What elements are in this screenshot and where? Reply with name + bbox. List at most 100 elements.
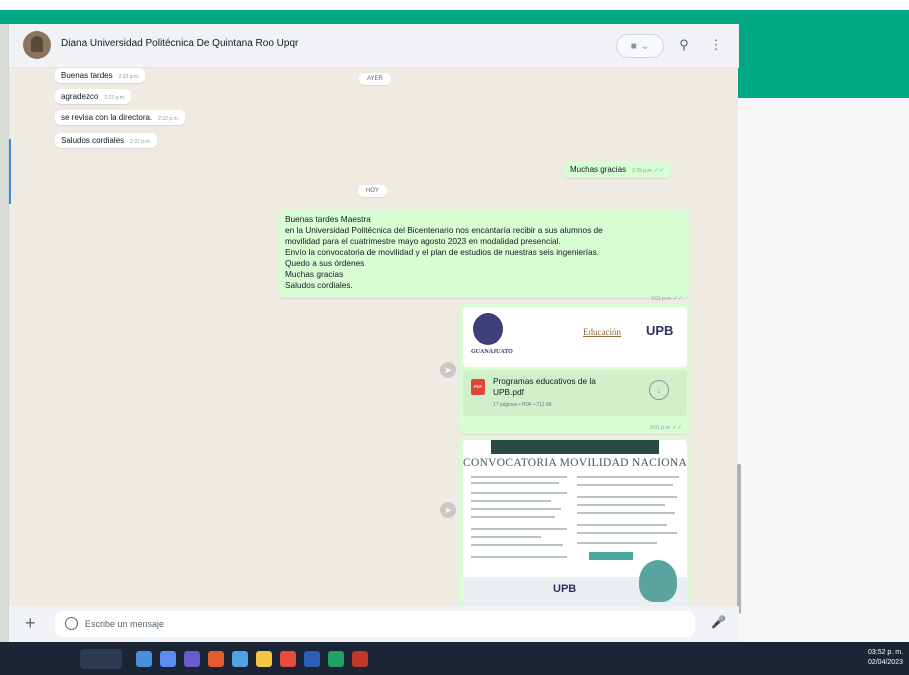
preview-logo-text: GUANAJUATO bbox=[471, 349, 513, 355]
poster-text-line bbox=[577, 504, 665, 506]
message-text: Saludos cordiales bbox=[61, 136, 125, 145]
taskbar-app-icon[interactable] bbox=[304, 651, 320, 667]
poster-text-line bbox=[471, 556, 567, 558]
avatar[interactable] bbox=[23, 31, 51, 59]
taskbar-app-icon[interactable] bbox=[328, 651, 344, 667]
poster-text-line bbox=[577, 496, 677, 498]
taskbar-app-icon[interactable] bbox=[184, 651, 200, 667]
taskbar-app-icon[interactable] bbox=[352, 651, 368, 667]
list-item[interactable]: se revisa con la directora. 2:22 p.m. bbox=[55, 110, 186, 125]
message-time: 2:22 p.m. bbox=[118, 74, 140, 80]
message-line: Saludos cordiales. bbox=[285, 280, 353, 290]
poster-text-line bbox=[471, 476, 567, 478]
taskbar-app-icon[interactable] bbox=[256, 651, 272, 667]
double-check-icon: ✓✓ bbox=[653, 168, 664, 174]
poster-text-line bbox=[577, 512, 675, 514]
taskbar-date: 02/04/2023 bbox=[867, 659, 903, 666]
list-item[interactable]: agradezco 2:22 p.m. bbox=[55, 89, 132, 104]
document-message[interactable]: GUANAJUATO Educación UPB PDF Programas e… bbox=[460, 304, 690, 434]
poster-text-line bbox=[577, 532, 677, 534]
taskbar-app-icon[interactable] bbox=[160, 651, 176, 667]
message-line: Buenas tardes Maestra bbox=[285, 214, 371, 224]
search-icon[interactable]: ⚲ bbox=[675, 36, 693, 54]
forward-icon[interactable]: ➤ bbox=[440, 362, 456, 378]
poster-text-line bbox=[471, 482, 559, 484]
right-side-panel bbox=[738, 24, 909, 642]
contact-name[interactable]: Diana Universidad Politécnica De Quintan… bbox=[61, 38, 298, 49]
video-call-button[interactable]: ■ ⌄ bbox=[616, 34, 664, 58]
message-time: 3:01 p.m. bbox=[650, 425, 671, 431]
video-camera-icon: ■ bbox=[630, 40, 637, 52]
taskbar-time: 03:52 p. m. bbox=[867, 649, 903, 656]
poster-text-line bbox=[471, 528, 567, 530]
preview-edu-text: Educación bbox=[583, 327, 621, 337]
message-line: en la Universidad Politécnica del Bicent… bbox=[285, 225, 603, 235]
message-time: 2:22 p.m. bbox=[130, 139, 152, 145]
message-line: Muchas gracias bbox=[285, 269, 344, 279]
taskbar-app-icon[interactable] bbox=[136, 651, 152, 667]
poster-text-line bbox=[577, 542, 657, 544]
taskbar-search-icon[interactable] bbox=[80, 649, 122, 669]
message-text: agradezco bbox=[61, 92, 99, 101]
chat-header: Diana Universidad Politécnica De Quintan… bbox=[9, 24, 739, 68]
windows-taskbar: 03:52 p. m. 02/04/2023 bbox=[0, 642, 909, 675]
microphone-icon[interactable]: 🎤 bbox=[711, 615, 726, 633]
browser-top-strip bbox=[0, 0, 909, 10]
chevron-down-icon: ⌄ bbox=[640, 40, 650, 52]
message-time: 2:22 p.m. bbox=[104, 95, 126, 101]
download-icon[interactable]: ↓ bbox=[649, 380, 669, 400]
left-accent-bar bbox=[9, 139, 11, 204]
document-preview[interactable]: GUANAJUATO Educación UPB bbox=[463, 307, 687, 367]
poster-text-line bbox=[471, 492, 567, 494]
chat-scrollbar[interactable] bbox=[737, 464, 741, 614]
mascot-bird-icon bbox=[639, 560, 677, 602]
poster-text-line bbox=[471, 500, 551, 502]
preview-upb-text: UPB bbox=[646, 323, 674, 338]
poster-text-line bbox=[577, 484, 673, 486]
taskbar-app-icon[interactable] bbox=[208, 651, 224, 667]
poster-title: CONVOCATORIA MOVILIDAD NACIONAL bbox=[463, 457, 687, 469]
whatsapp-accent-band bbox=[0, 10, 909, 24]
date-chip-hoy: HOY bbox=[358, 185, 388, 197]
taskbar-app-icon[interactable] bbox=[280, 651, 296, 667]
poster-text-line bbox=[577, 524, 667, 526]
convocatoria-image[interactable]: CONVOCATORIA MOVILIDAD NACIONAL UPB bbox=[463, 440, 687, 609]
message-time: 2:29 p.m. bbox=[632, 168, 653, 174]
message-text: Buenas tardes bbox=[61, 71, 113, 80]
forward-icon[interactable]: ➤ bbox=[440, 502, 456, 518]
pdf-icon: PDF bbox=[471, 379, 485, 395]
poster-text-line bbox=[577, 476, 679, 478]
double-check-icon: ✓✓ bbox=[672, 296, 683, 302]
poster-text-line bbox=[471, 544, 563, 546]
list-item[interactable]: Saludos cordiales 2:22 p.m. bbox=[55, 133, 158, 148]
more-vertical-icon[interactable]: ⋮ bbox=[707, 36, 725, 54]
taskbar-clock[interactable]: 03:52 p. m. 02/04/2023 bbox=[868, 648, 903, 668]
poster-upb-logo: UPB bbox=[553, 583, 577, 595]
list-item[interactable]: Buenas tardes Maestra en la Universidad … bbox=[278, 210, 690, 302]
message-placeholder: Escribe un mensaje bbox=[85, 619, 165, 629]
message-time: 2:22 p.m. bbox=[158, 116, 180, 122]
poster-text-line bbox=[471, 508, 561, 510]
image-message[interactable]: CONVOCATORIA MOVILIDAD NACIONAL UPB bbox=[460, 437, 690, 612]
taskbar-app-icon[interactable] bbox=[232, 651, 248, 667]
document-name: Programas educativos de la UPB.pdf bbox=[493, 376, 596, 397]
poster-header-band bbox=[491, 440, 659, 454]
poster-text-line bbox=[471, 516, 555, 518]
list-item[interactable]: Muchas gracias 2:29 p.m.✓✓ bbox=[563, 161, 671, 178]
message-text: Muchas gracias bbox=[570, 165, 627, 174]
document-meta: 17 páginas • PDF • 711 kB bbox=[493, 402, 552, 408]
date-chip-ayer: AYER bbox=[359, 73, 391, 85]
right-accent-block bbox=[738, 24, 909, 98]
list-item[interactable]: Buenas tardes 2:22 p.m. bbox=[55, 68, 146, 83]
message-line: Quedo a sus órdenes bbox=[285, 258, 365, 268]
message-composer: + Escribe un mensaje 🎤 bbox=[9, 606, 739, 642]
document-info[interactable]: PDF Programas educativos de la UPB.pdf 1… bbox=[463, 370, 687, 416]
emoji-icon[interactable] bbox=[65, 617, 78, 630]
message-time: 3:01 p.m. bbox=[651, 296, 672, 302]
message-input[interactable]: Escribe un mensaje bbox=[55, 611, 695, 637]
message-line: movilidad para el cuatrimestre mayo agos… bbox=[285, 236, 561, 246]
double-check-icon: ✓✓ bbox=[671, 425, 682, 431]
poster-text-line bbox=[471, 536, 541, 538]
message-line: Envío la convocatoria de movilidad y el … bbox=[285, 247, 600, 257]
plus-icon[interactable]: + bbox=[25, 614, 36, 632]
